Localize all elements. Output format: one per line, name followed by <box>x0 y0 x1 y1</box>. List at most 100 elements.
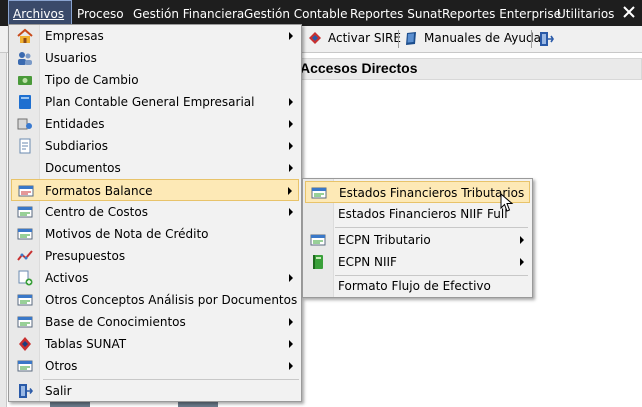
menu-item-estados-financieros-tributarios[interactable]: Estados Financieros Tributarios <box>305 181 530 203</box>
manuales-ayuda-label: Manuales de Ayuda <box>424 31 541 45</box>
users-icon <box>18 52 32 65</box>
form-icon <box>17 316 33 328</box>
menu-item-formatos-balance[interactable]: Formatos Balance <box>11 179 299 201</box>
menu-item-label: Centro de Costos <box>45 205 148 219</box>
menu-item-presupuestos[interactable]: Presupuestos <box>11 245 299 267</box>
menu-item-label: Presupuestos <box>45 249 126 263</box>
submenu-arrow-icon <box>289 318 293 326</box>
menu-item-plan-contable[interactable]: Plan Contable General Empresarial <box>11 91 299 113</box>
menu-item-label: Otros Conceptos Análisis por Documentos <box>45 293 298 307</box>
submenu-arrow-icon <box>289 32 293 40</box>
formatos-balance-submenu: Estados Financieros Tributarios Estados … <box>302 178 533 298</box>
assets-icon <box>18 270 33 286</box>
menu-item-estados-financieros-niif[interactable]: Estados Financieros NIIF Full <box>305 203 530 225</box>
left-panel <box>0 53 7 407</box>
menu-item-entidades[interactable]: Entidades <box>11 113 299 135</box>
entities-icon <box>17 118 32 130</box>
archivos-dropdown: Empresas Usuarios Tipo de Cambio Plan Co… <box>8 24 302 402</box>
menu-item-empresas[interactable]: Empresas <box>11 25 299 47</box>
menu-item-label: Otros <box>45 359 78 373</box>
activar-sire-button[interactable]: Activar SIRE <box>306 28 401 49</box>
menu-item-otros[interactable]: Otros <box>11 355 299 377</box>
menu-item-tablas-sunat[interactable]: Tablas SUNAT <box>11 333 299 355</box>
submenu-arrow-icon <box>289 98 293 106</box>
menu-item-label: Usuarios <box>45 51 97 65</box>
form-icon <box>311 187 327 199</box>
submenu-arrow-icon <box>520 236 524 244</box>
document-icon <box>19 138 31 154</box>
menu-item-label: Subdiarios <box>45 139 109 153</box>
house-icon <box>17 28 33 43</box>
menu-item-label: Estados Financieros NIIF Full <box>338 207 508 221</box>
menu-item-label: Salir <box>45 384 72 398</box>
menu-item-ecpn-niif[interactable]: ECPN NIIF <box>305 251 530 273</box>
menu-gestion-financiera[interactable]: Gestión Financiera <box>133 0 244 26</box>
submenu-arrow-icon <box>288 187 292 195</box>
manual-book-icon <box>406 32 416 45</box>
menu-item-subdiarios[interactable]: Subdiarios <box>11 135 299 157</box>
menu-item-salir[interactable]: Salir <box>11 380 299 402</box>
activar-sire-label: Activar SIRE <box>328 31 401 45</box>
menu-item-documentos[interactable]: Documentos <box>11 157 299 179</box>
menu-item-label: Formato Flujo de Efectivo <box>338 279 491 293</box>
money-icon <box>18 76 32 85</box>
menu-item-centro-de-costos[interactable]: Centro de Costos <box>11 201 299 223</box>
menu-item-otros-conceptos[interactable]: Otros Conceptos Análisis por Documentos <box>11 289 299 311</box>
menu-item-label: Tipo de Cambio <box>45 73 139 87</box>
submenu-arrow-icon <box>289 340 293 348</box>
menu-item-ecpn-tributario[interactable]: ECPN Tributario <box>305 229 530 251</box>
menu-gestion-contable[interactable]: Gestión Contable <box>244 0 347 26</box>
menu-item-label: Plan Contable General Empresarial <box>45 95 255 109</box>
form-icon <box>310 234 326 246</box>
exit-door-icon[interactable] <box>538 31 554 47</box>
menu-item-usuarios[interactable]: Usuarios <box>11 47 299 69</box>
menu-item-label: Documentos <box>45 161 121 175</box>
green-book-icon <box>313 255 323 269</box>
menu-item-label: Tablas SUNAT <box>45 337 127 351</box>
menu-reportes-sunat[interactable]: Reportes Sunat <box>350 0 442 26</box>
menu-item-label: Entidades <box>45 117 105 131</box>
blue-book-icon <box>19 95 31 109</box>
menu-item-label: Formatos Balance <box>45 184 153 198</box>
menu-item-motivos-nota-credito[interactable]: Motivos de Nota de Crédito <box>11 223 299 245</box>
menu-item-activos[interactable]: Activos <box>11 267 299 289</box>
menu-item-label: Empresas <box>45 29 104 43</box>
menu-item-label: Base de Conocimientos <box>45 315 186 329</box>
form-icon <box>17 360 33 372</box>
menu-item-label: ECPN NIIF <box>338 255 397 269</box>
toolbar-separator <box>531 30 532 48</box>
menu-item-label: Motivos de Nota de Crédito <box>45 227 209 241</box>
mouse-cursor-icon <box>500 193 514 212</box>
form-icon <box>17 228 33 240</box>
submenu-arrow-icon <box>520 258 524 266</box>
sire-icon <box>309 32 321 44</box>
menu-separator <box>335 227 528 228</box>
form-icon <box>18 185 34 197</box>
submenu-arrow-icon <box>289 362 293 370</box>
menu-item-label: Activos <box>45 271 89 285</box>
menu-reportes-enterprise[interactable]: Reportes Enterprise <box>442 0 561 26</box>
menu-item-base-conocimientos[interactable]: Base de Conocimientos <box>11 311 299 333</box>
menu-archivos-label: Archivos <box>13 7 65 21</box>
exit-icon <box>19 384 33 398</box>
submenu-arrow-icon <box>289 120 293 128</box>
menu-proceso[interactable]: Proceso <box>77 0 124 26</box>
form-icon <box>17 294 33 306</box>
form-icon <box>17 206 33 218</box>
menu-utilitarios[interactable]: Utilitarios <box>557 0 614 26</box>
page-title: Accesos Directos <box>300 60 418 76</box>
close-icon[interactable] <box>620 3 638 21</box>
submenu-arrow-icon <box>289 208 293 216</box>
menu-archivos[interactable]: Archivos <box>8 0 72 26</box>
menu-item-tipo-de-cambio[interactable]: Tipo de Cambio <box>11 69 299 91</box>
chart-icon <box>17 250 33 261</box>
submenu-arrow-icon <box>289 142 293 150</box>
menubar: Archivos Proceso Gestión Financiera Gest… <box>0 0 642 26</box>
toolbar-separator <box>398 30 399 48</box>
sunat-icon <box>19 337 31 351</box>
manuales-ayuda-button[interactable]: Manuales de Ayuda <box>402 28 541 49</box>
menu-item-label: ECPN Tributario <box>338 233 431 247</box>
menu-item-formato-flujo-efectivo[interactable]: Formato Flujo de Efectivo <box>305 275 530 297</box>
submenu-arrow-icon <box>289 164 293 172</box>
submenu-arrow-icon <box>289 274 293 282</box>
